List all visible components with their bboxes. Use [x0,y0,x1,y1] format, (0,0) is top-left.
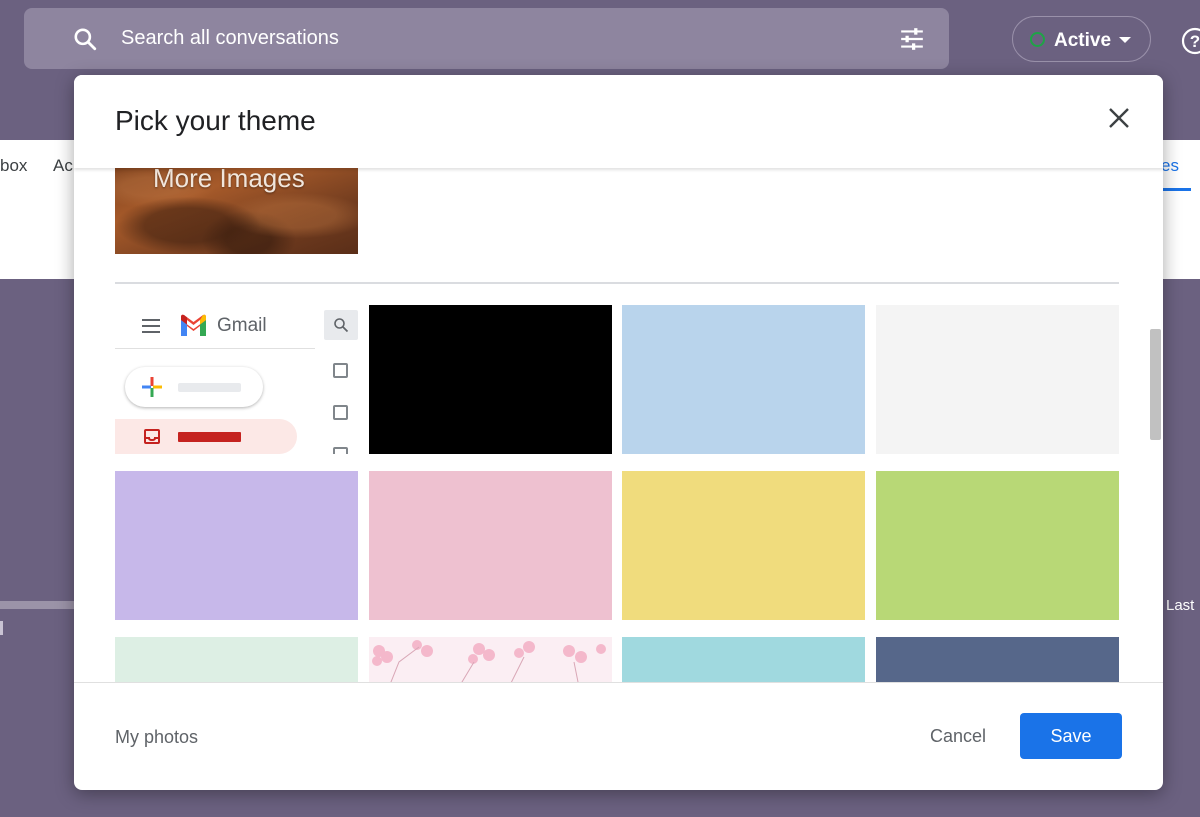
last-activity-label: Last [1166,597,1195,614]
more-images-label: More Images [153,168,305,193]
status-selector[interactable]: Active [1012,16,1151,62]
preview-inbox-label [178,432,241,442]
preview-compose-button [125,367,263,407]
preview-inbox-row [115,419,297,454]
preview-compose-placeholder [178,383,241,392]
theme-yellow[interactable] [622,471,865,620]
plus-icon [142,377,162,397]
more-images-tile[interactable]: More Images [115,168,358,254]
theme-teal[interactable] [622,637,865,683]
tab-secondary: Ac [53,156,73,175]
search-icon [334,318,349,333]
theme-default[interactable]: Gmail [115,305,358,454]
theme-light-blue[interactable] [622,305,865,454]
search-icon [74,28,97,51]
checkbox-icon [333,447,348,454]
cancel-button[interactable]: Cancel [916,713,1000,759]
cherry-blossom-pattern [372,640,606,683]
gmail-logo-icon [181,314,206,336]
my-photos-link[interactable]: My photos [115,727,198,748]
dialog-title: Pick your theme [115,105,316,136]
background-mark [0,621,3,635]
scrollbar-thumb[interactable] [1150,329,1161,440]
help-icon[interactable]: ? [1180,26,1200,56]
theme-lavender[interactable] [115,471,358,620]
status-label: Active [1054,30,1112,51]
svg-text:?: ? [1190,32,1200,51]
section-divider [115,282,1119,284]
search-placeholder: Search all conversations [121,27,339,49]
inbox-icon [144,429,160,444]
theme-grid: More Images Gmail [74,168,1163,683]
tab-primary: box [0,156,28,175]
preview-search-box [324,310,358,340]
menu-icon [142,319,160,333]
footer-divider [74,682,1163,683]
theme-black[interactable] [369,305,612,454]
search-bar[interactable]: Search all conversations [24,8,949,69]
theme-green[interactable] [876,471,1119,620]
theme-dialog: Pick your theme More Images Gmail My pho… [74,75,1163,790]
storage-bar [0,601,74,609]
theme-light-gray[interactable] [876,305,1119,454]
save-button[interactable]: Save [1020,713,1122,759]
gmail-brand-text: Gmail [217,315,267,336]
status-indicator-icon [1030,32,1045,47]
tab-active: es [1161,156,1179,175]
theme-cherry-blossom[interactable] [369,637,612,683]
tab-underline [1161,188,1191,191]
theme-slate-blue[interactable] [876,637,1119,683]
preview-divider [115,348,315,349]
dialog-header: Pick your theme [74,75,1163,168]
theme-pink[interactable] [369,471,612,620]
checkbox-icon [333,405,348,420]
chevron-down-icon [1119,37,1131,43]
theme-mint[interactable] [115,637,358,683]
close-icon[interactable] [1104,103,1134,133]
checkbox-icon [333,363,348,378]
filter-options-icon[interactable] [899,26,925,52]
